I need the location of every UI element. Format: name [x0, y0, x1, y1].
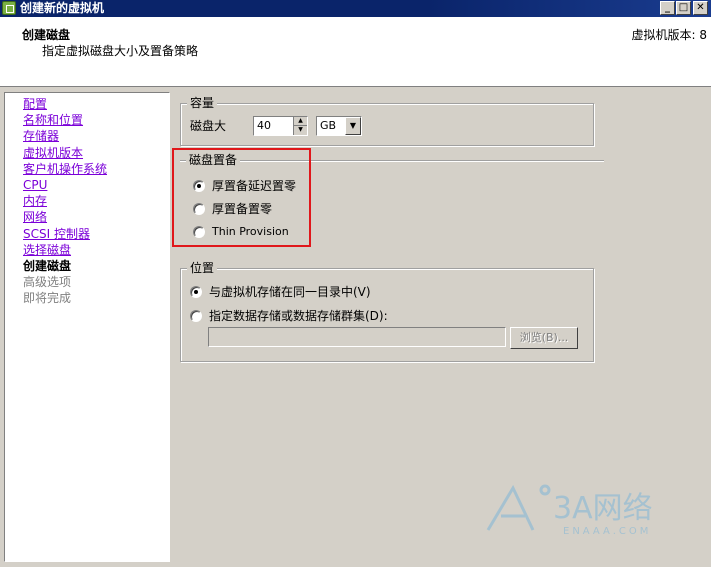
- disk-size-label: 磁盘大: [190, 119, 227, 133]
- wizard-step-1[interactable]: 名称和位置: [23, 112, 107, 128]
- wizard-step-0[interactable]: 配置: [23, 96, 107, 112]
- wizard-step-4[interactable]: 客户机操作系统: [23, 161, 107, 177]
- disk-unit-select[interactable]: GB ▼: [316, 116, 362, 136]
- vm-icon: [2, 1, 16, 15]
- stepper-down-icon[interactable]: ▼: [294, 126, 307, 135]
- wizard-step-10: 创建磁盘: [23, 258, 72, 273]
- brand-domain: ENAAA.COM: [563, 526, 651, 537]
- wizard-step-2[interactable]: 存储器: [23, 128, 107, 144]
- wizard-step-8[interactable]: SCSI 控制器: [23, 226, 107, 242]
- wizard-step-12: 即将完成: [23, 291, 72, 306]
- disk-size-stepper[interactable]: 40 ▲ ▼: [253, 116, 308, 136]
- minimize-button[interactable]: _: [660, 1, 675, 15]
- wizard-step-9[interactable]: 选择磁盘: [23, 242, 107, 258]
- page-title: 创建磁盘: [22, 28, 71, 42]
- window-title: 创建新的虚拟机: [20, 1, 105, 15]
- location-label-1[interactable]: 指定数据存储或数据存储群集(D):: [209, 309, 388, 323]
- datastore-path-field[interactable]: [208, 327, 506, 347]
- stepper-arrows[interactable]: ▲ ▼: [293, 117, 307, 135]
- wizard-step-11: 高级选项: [23, 275, 72, 290]
- close-button[interactable]: ✕: [693, 1, 708, 15]
- brand-name: 3A网络: [553, 491, 653, 526]
- disk-size-value[interactable]: 40: [257, 119, 271, 132]
- browse-button[interactable]: 浏览(B)...: [510, 327, 578, 349]
- capacity-legend: 容量: [187, 96, 218, 110]
- wizard-step-5[interactable]: CPU: [23, 177, 107, 193]
- location-legend: 位置: [187, 261, 218, 275]
- highlight-annotation-box: [172, 148, 311, 247]
- wizard-steps-panel: 配置 名称和位置 存储器 虚拟机版本 客户机操作系统 CPU 内存 网络 SCSI 控制器 选择磁…: [4, 92, 170, 562]
- wizard-step-7[interactable]: 网络: [23, 209, 107, 225]
- brand-logo-icon: [486, 484, 551, 531]
- disk-unit-value: GB: [320, 119, 337, 132]
- page-subtitle: 指定虚拟磁盘大小及置备策略: [42, 44, 199, 58]
- wizard-step-3[interactable]: 虚拟机版本: [23, 145, 107, 161]
- location-label-0[interactable]: 与虚拟机存储在同一目录中(V): [209, 285, 371, 299]
- maximize-button[interactable]: □: [676, 1, 691, 15]
- brand-watermark: 3A网络 ENAAA.COM: [486, 484, 653, 537]
- wizard-header: 创建磁盘 指定虚拟磁盘大小及置备策略 虚拟机版本: 8: [0, 17, 711, 87]
- location-radio-1[interactable]: [190, 310, 202, 322]
- vm-version-label: 虚拟机版本: 8: [631, 28, 708, 42]
- chevron-down-icon[interactable]: ▼: [345, 117, 361, 135]
- location-radio-0[interactable]: [190, 286, 202, 298]
- stepper-up-icon[interactable]: ▲: [294, 117, 307, 126]
- title-bar: 创建新的虚拟机 _ □ ✕: [0, 0, 711, 17]
- capacity-group: 容量 磁盘大 40 ▲ ▼ GB ▼: [180, 96, 594, 146]
- wizard-step-6[interactable]: 内存: [23, 193, 107, 209]
- wizard-steps-list: 配置 名称和位置 存储器 虚拟机版本 客户机操作系统 CPU 内存 网络 SCSI 控制器 选择磁…: [23, 96, 107, 306]
